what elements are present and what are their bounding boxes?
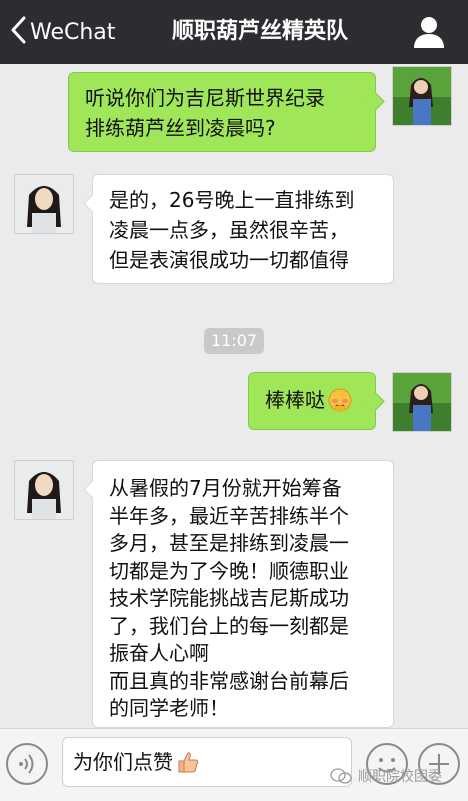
message-text: 凌晨一点多，虽然很辛苦， <box>109 218 349 242</box>
message-bubble-outgoing[interactable]: 棒棒哒 <box>248 372 385 430</box>
message-text: 半年多，最近辛苦排练半个 <box>109 503 349 528</box>
message-input-text: 为你们点赞 <box>73 750 173 774</box>
avatar-contact[interactable] <box>14 174 74 234</box>
message-text: 排练葫芦丝到凌晨吗? <box>85 116 276 140</box>
watermark: 顺职院校团委 <box>330 766 442 786</box>
message-text: 技术学院能挑战吉尼斯成功 <box>109 586 349 610</box>
message-text: 的同学老师！ <box>109 696 229 720</box>
back-button[interactable]: WeChat <box>10 14 115 50</box>
message-input[interactable]: 为你们点赞 <box>62 737 352 787</box>
message-text: 切都是为了今晚！顺德职业 <box>109 558 349 583</box>
avatar-self[interactable] <box>392 372 452 432</box>
message-text: 听说你们为吉尼斯世界纪录 <box>85 86 325 110</box>
message-text: 棒棒哒 <box>265 388 325 412</box>
message-text: 振奋人心啊 <box>109 641 209 665</box>
message-text: 多月，甚至是排练到凌晨一 <box>109 531 349 555</box>
wechat-logo-icon <box>330 767 352 785</box>
avatar-contact[interactable] <box>14 460 74 520</box>
message-text: 是的，26号晚上一直排练到 <box>109 188 355 212</box>
back-label: WeChat <box>30 19 116 45</box>
shy-face-emoji-icon <box>327 387 353 413</box>
message-text: 但是表演很成功一切都值得 <box>109 248 349 272</box>
chat-header: WeChat 顺职葫芦丝精英队 <box>0 0 468 64</box>
message-bubble-incoming[interactable]: 从暑假的7月份就开始筹备 半年多，最近辛苦排练半个 多月，甚至是排练到凌晨一 切… <box>83 460 394 728</box>
group-profile-button[interactable] <box>412 14 446 50</box>
chat-title: 顺职葫芦丝精英队 <box>171 19 348 44</box>
watermark-text: 顺职院校团委 <box>358 769 442 785</box>
voice-input-button[interactable] <box>6 743 48 785</box>
person-icon <box>414 17 444 48</box>
voice-icon <box>19 754 34 774</box>
message-bubble-incoming[interactable]: 是的，26号晚上一直排练到 凌晨一点多，虽然很辛苦， 但是表演很成功一切都值得 <box>83 174 394 284</box>
message-text: 了，我们台上的每一刻都是 <box>109 613 349 638</box>
message-list[interactable]: 听说你们为吉尼斯世界纪录 排练葫芦丝到凌晨吗? 是的，26号晚上一直排练到 凌晨… <box>0 64 468 728</box>
thumbs-up-emoji-icon <box>175 749 201 775</box>
message-text: 从暑假的7月份就开始筹备 <box>109 476 342 500</box>
chevron-left-icon <box>10 16 26 48</box>
avatar-self[interactable] <box>392 66 452 126</box>
message-text: 而且真的非常感谢台前幕后 <box>109 668 349 693</box>
timestamp-divider: 11:07 <box>204 328 264 354</box>
message-bubble-outgoing[interactable]: 听说你们为吉尼斯世界纪录 排练葫芦丝到凌晨吗? <box>68 72 385 152</box>
input-bar: 为你们点赞 <box>0 728 468 801</box>
